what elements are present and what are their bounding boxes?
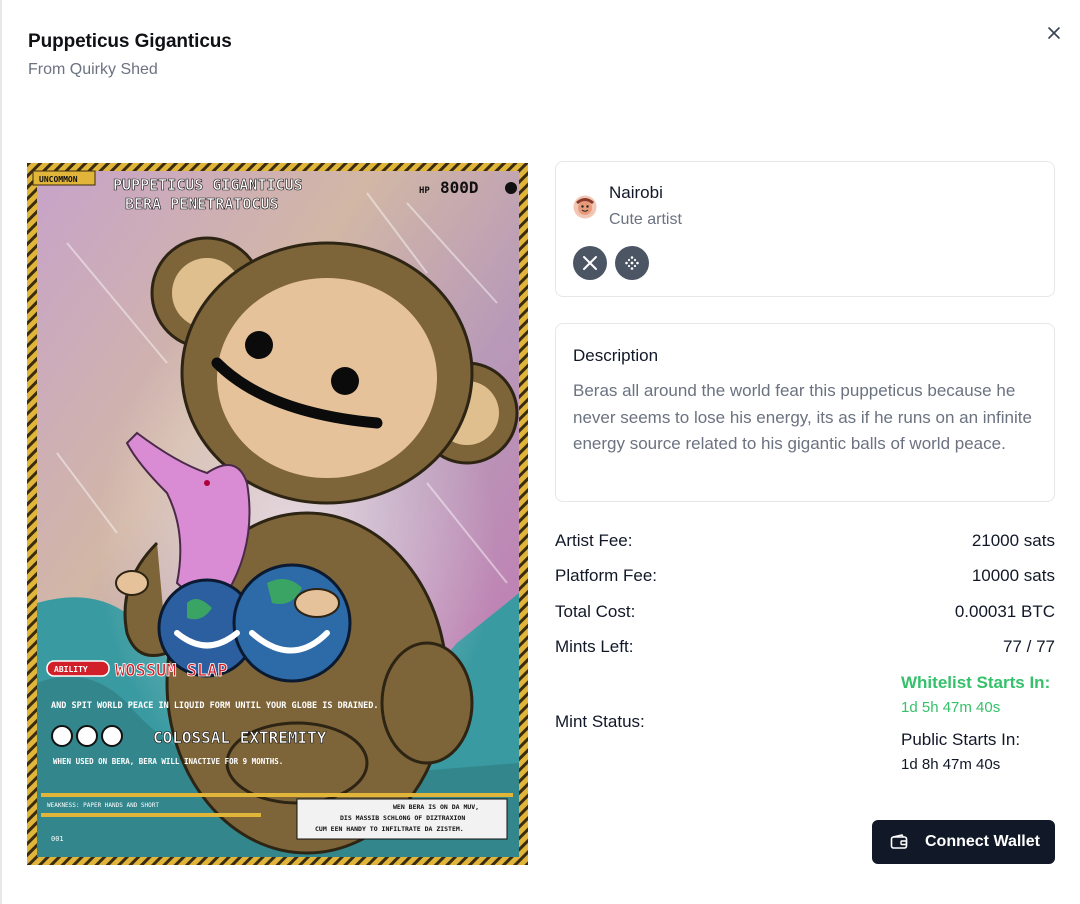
platform-fee-label: Platform Fee: — [555, 566, 658, 585]
card-name-line2: BERA PENETRATOCUS — [125, 195, 279, 213]
card-ability-badge: ABILITY — [54, 665, 88, 674]
card-weakness: WEAKNESS: PAPER HANDS AND SHORT — [47, 802, 159, 809]
x-social-button[interactable] — [573, 246, 607, 280]
description-text: Beras all around the world fear this pup… — [573, 381, 1032, 453]
public-starts-label: Public Starts In: — [901, 730, 1021, 749]
total-cost-value: 0.00031 BTC — [954, 602, 1055, 621]
public-countdown: 1d 8h 47m 40s — [901, 756, 1001, 773]
website-social-button[interactable] — [615, 246, 649, 280]
card-attack-name: COLOSSAL EXTREMITY — [153, 728, 327, 747]
card-flavor-line2: DIS MASSIB SCHLONG OF DIZTRAXION — [340, 814, 465, 822]
artist-card: Nairobi Cute artist — [555, 161, 1055, 297]
card-hp-label: HP — [419, 186, 430, 196]
page-title: Puppeticus Giganticus — [28, 31, 232, 52]
artist-fee-label: Artist Fee: — [555, 531, 633, 550]
platform-fee-value: 10000 sats — [971, 566, 1055, 585]
card-name-line1: PUPPETICUS GIGANTICUS — [113, 176, 303, 194]
connect-wallet-button[interactable]: Connect Wallet — [872, 820, 1055, 864]
mints-left-row: Mints Left: 77 / 77 — [555, 637, 1055, 661]
nft-card-image: UNCOMMON PUPPETICUS GIGANTICUS BERA PENE… — [27, 163, 528, 865]
mints-left-label: Mints Left: — [555, 637, 634, 656]
whitelist-starts-label: Whitelist Starts In: — [901, 673, 1051, 692]
connect-wallet-label: Connect Wallet — [925, 833, 1040, 850]
modal-left-border — [0, 0, 2, 904]
wallet-icon — [890, 834, 908, 849]
link-icon — [625, 256, 639, 270]
collection-subtitle: From Quirky Shed — [28, 61, 158, 78]
card-flavor-line3: CUM EEN HANDY TO INFILTRATE DA ZISTEM. — [315, 825, 464, 833]
artist-role: Cute artist — [609, 211, 682, 228]
description-card: Description Beras all around the world f… — [555, 323, 1055, 502]
total-cost-row: Total Cost: 0.00031 BTC — [555, 602, 1055, 626]
artist-fee-row: Artist Fee: 21000 sats — [555, 531, 1055, 555]
avatar — [573, 195, 597, 219]
whitelist-countdown: 1d 5h 47m 40s — [901, 699, 1001, 716]
platform-fee-row: Platform Fee: 10000 sats — [555, 566, 1055, 590]
mints-left-value: 77 / 77 — [1003, 637, 1055, 656]
mint-status-label: Mint Status: — [555, 712, 645, 731]
card-ability-name: WOSSUM SLAP — [115, 661, 228, 681]
artist-fee-value: 21000 sats — [971, 531, 1055, 550]
card-number: 001 — [51, 835, 64, 843]
total-cost-label: Total Cost: — [555, 602, 636, 621]
card-rarity: UNCOMMON — [39, 175, 78, 184]
card-flavor-line1: WEN BERA IS ON DA MUV, — [393, 803, 479, 811]
close-button[interactable] — [1043, 22, 1065, 44]
artist-name: Nairobi — [609, 183, 663, 202]
card-hp-value: 800D — [440, 178, 479, 197]
description-title: Description — [573, 346, 659, 365]
close-icon — [1048, 27, 1060, 39]
card-ability-text: AND SPIT WORLD PEACE IN LIQUID FORM UNTI… — [51, 701, 379, 711]
x-icon — [583, 256, 597, 270]
card-attack-text: WHEN USED ON BERA, BERA WILL INACTIVE FO… — [53, 757, 283, 766]
